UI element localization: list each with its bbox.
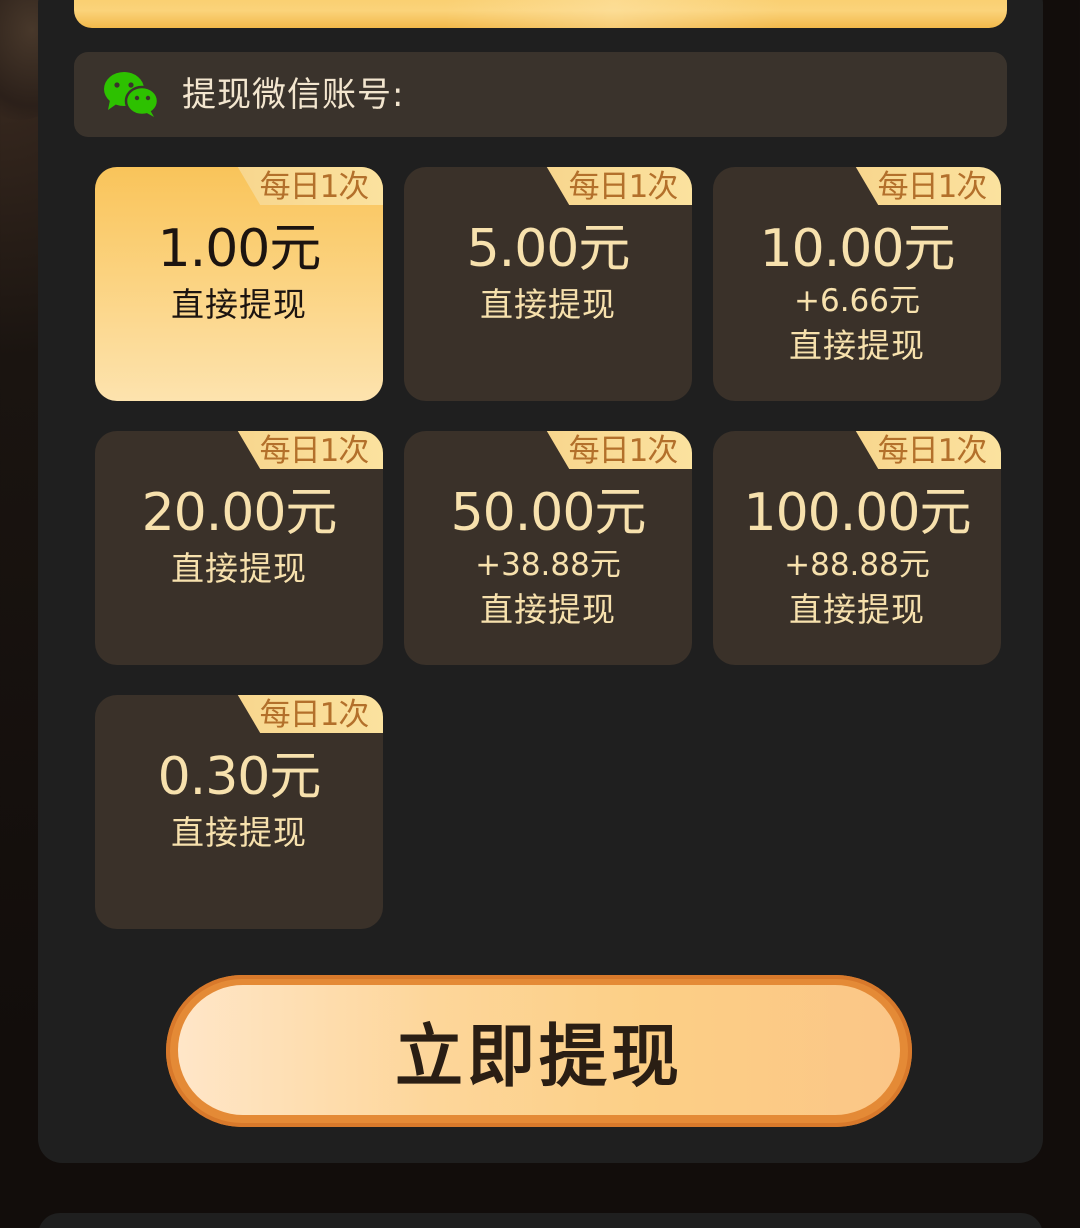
option-card-50[interactable]: 每日1次 50.00元 +38.88元 直接提现 [404,431,692,665]
wechat-icon [104,72,160,117]
daily-limit-tag: 每日1次 [855,431,1001,469]
option-card-1[interactable]: 每日1次 1.00元 直接提现 [95,167,383,401]
option-card-5[interactable]: 每日1次 5.00元 直接提现 [404,167,692,401]
option-subtitle: 直接提现 [171,813,307,852]
option-bonus: +38.88元 [475,547,621,583]
option-subtitle: 直接提现 [171,285,307,324]
option-bonus: +6.66元 [794,283,920,319]
option-card-10[interactable]: 每日1次 10.00元 +6.66元 直接提现 [713,167,1001,401]
top-banner [74,0,1007,28]
option-amount: 1.00元 [157,219,322,279]
daily-limit-tag: 每日1次 [237,167,383,205]
option-amount: 5.00元 [466,219,631,279]
option-subtitle: 直接提现 [789,326,925,365]
withdraw-now-label: 立即提现 [394,1017,683,1097]
option-subtitle: 直接提现 [171,549,307,588]
option-subtitle: 直接提现 [480,285,616,324]
option-card-0-30[interactable]: 每日1次 0.30元 直接提现 [95,695,383,929]
option-card-100[interactable]: 每日1次 100.00元 +88.88元 直接提现 [713,431,1001,665]
daily-limit-tag: 每日1次 [546,167,692,205]
option-bonus: +88.88元 [784,547,930,583]
option-amount: 10.00元 [759,219,956,279]
option-amount: 100.00元 [743,483,972,543]
daily-limit-tag: 每日1次 [237,431,383,469]
next-panel-edge [38,1213,1043,1228]
daily-limit-tag: 每日1次 [546,431,692,469]
option-subtitle: 直接提现 [480,590,616,629]
daily-limit-tag: 每日1次 [855,167,1001,205]
option-amount: 20.00元 [141,483,338,543]
option-amount: 0.30元 [157,747,322,807]
option-amount: 50.00元 [450,483,647,543]
daily-limit-tag: 每日1次 [237,695,383,733]
option-subtitle: 直接提现 [789,590,925,629]
option-card-20[interactable]: 每日1次 20.00元 直接提现 [95,431,383,665]
account-label: 提现微信账号: [182,75,405,115]
withdraw-now-button[interactable]: 立即提现 [166,975,912,1127]
